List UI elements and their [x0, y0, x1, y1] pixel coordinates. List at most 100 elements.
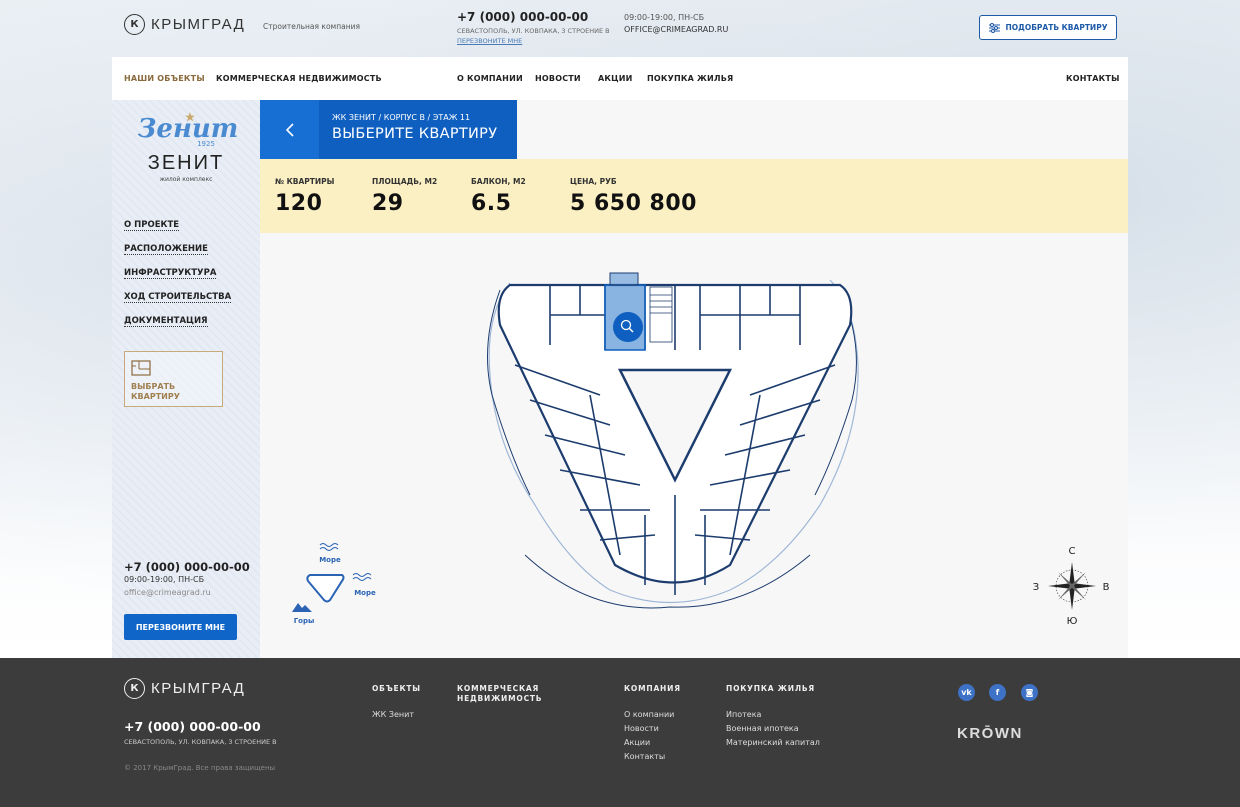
footer-link[interactable]: Контакты [624, 752, 681, 761]
compass-west: З [1033, 582, 1039, 593]
footer-address: Севастополь, ул. Ковпака, 3 строение В [124, 738, 277, 746]
vk-icon[interactable]: vk [958, 684, 975, 701]
sidebar-phone[interactable]: +7 (000) 000-00-00 [124, 560, 250, 574]
nav-contacts[interactable]: Контакты [1066, 74, 1120, 83]
footer-copyright: © 2017 КрымГрад. Все права защищены [124, 764, 276, 772]
back-button[interactable] [260, 100, 319, 159]
footer-col-title-line1: Коммерческая [457, 684, 540, 693]
page-title: Выберите квартиру [332, 126, 498, 142]
filter-icon [988, 22, 1000, 33]
footer-link[interactable]: Материнский капитал [726, 738, 820, 747]
apartment-info-bar: № квартиры 120 Площадь, м2 29 Балкон, м2… [260, 159, 1128, 233]
sea-waves-icon [319, 543, 339, 551]
pick-apartment-label: Подобрать квартиру [1005, 23, 1108, 32]
footer-col-title[interactable]: Покупка жилья [726, 684, 820, 694]
footer-link[interactable]: Новости [624, 724, 681, 733]
instagram-icon[interactable]: ◙ [1021, 684, 1038, 701]
sidebar-hours: 09:00-19:00, ПН-СБ [124, 575, 205, 584]
side-menu-docs[interactable]: Документация [124, 316, 208, 327]
compass-east: В [1103, 582, 1110, 593]
zenit-logo[interactable]: Зенит 1925 ЗЕНИТ жилой комплекс [112, 112, 260, 183]
nav-commercial[interactable]: Коммерческая недвижимость [216, 74, 382, 83]
footer-link[interactable]: О компании [624, 710, 681, 719]
orient-mountains: Горы [294, 617, 315, 625]
side-menu-location[interactable]: Расположение [124, 244, 208, 255]
info-apartment-number: № квартиры 120 [275, 177, 334, 216]
footer-col-title[interactable]: Компания [624, 684, 681, 694]
header-logo[interactable]: К КРЫМГРАД [124, 14, 245, 35]
logo-mark-icon: К [124, 14, 145, 35]
choose-apartment-label: Выбрать квартиру [131, 382, 180, 402]
zoom-button[interactable] [613, 312, 643, 342]
info-value: 29 [372, 191, 404, 216]
title-block: ЖК Зенит / корпус В / этаж 11 Выберите к… [319, 100, 517, 159]
info-value: 5 650 800 [570, 191, 697, 216]
orient-sea-right: Море [354, 589, 376, 597]
footer-col-commercial[interactable]: Коммерческая недвижимость [457, 684, 542, 704]
orient-sea-top: Море [319, 556, 341, 564]
footer-link[interactable]: Ипотека [726, 710, 820, 719]
footer-link[interactable]: Акции [624, 738, 681, 747]
sidebar-email[interactable]: office@crimeagrad.ru [124, 588, 211, 597]
header-email[interactable]: office@crimeagrad.ru [624, 25, 728, 34]
choose-label-line1: Выбрать [131, 382, 176, 391]
info-label: Площадь, м2 [372, 177, 438, 186]
pick-apartment-button[interactable]: Подобрать квартиру [979, 15, 1117, 40]
nav-our-objects[interactable]: Наши объекты [124, 74, 205, 83]
info-area: Площадь, м2 29 [372, 177, 437, 216]
mountains-icon [292, 603, 312, 612]
floor-plan-icon [131, 360, 151, 376]
nav-purchase[interactable]: Покупка жилья [647, 74, 733, 83]
main-nav: Наши объекты Коммерческая недвижимость О… [112, 57, 1128, 100]
compass: С Ю З В [1033, 546, 1110, 627]
footer-logo[interactable]: К КРЫМГРАД [124, 678, 245, 699]
compass-rose-icon [1048, 562, 1096, 610]
selected-balcony[interactable] [609, 272, 639, 286]
logo-text: КРЫМГРАД [151, 680, 246, 697]
header-phone[interactable]: +7 (000) 000-00-00 [457, 10, 588, 24]
header-callback-link[interactable]: Перезвоните мне [457, 37, 522, 45]
choose-label-line2: квартиру [131, 392, 180, 401]
footer-col-title-line2: недвижимость [457, 694, 543, 703]
sea-waves-icon [352, 573, 372, 581]
logo-text: КРЫМГРАД [151, 16, 246, 33]
header-hours: 09:00-19:00, ПН-СБ [624, 13, 705, 22]
side-menu-progress[interactable]: Ход строительства [124, 292, 232, 303]
tagline: Строительная компания [263, 22, 360, 31]
footer-link[interactable]: Военная ипотека [726, 724, 820, 733]
chevron-left-icon [285, 122, 294, 137]
site-footer: К КРЫМГРАД +7 (000) 000-00-00 Севастопол… [0, 658, 1240, 807]
logo-mark-icon: К [124, 678, 145, 699]
side-menu-infrastructure[interactable]: Инфраструктура [124, 268, 217, 279]
footer-col-objects: Объекты ЖК Зенит [372, 684, 421, 724]
info-price: Цена, руб 5 650 800 [570, 177, 697, 216]
main-content: ЖК Зенит / корпус В / этаж 11 Выберите к… [260, 100, 1128, 658]
footer-phone[interactable]: +7 (000) 000-00-00 [124, 719, 261, 734]
info-label: Цена, руб [570, 177, 617, 186]
breadcrumb[interactable]: ЖК Зенит / корпус В / этаж 11 [332, 113, 517, 122]
choose-apartment-box[interactable]: Выбрать квартиру [124, 351, 223, 407]
floor-plan[interactable] [480, 255, 870, 610]
footer-link[interactable]: ЖК Зенит [372, 710, 421, 719]
footer-col-purchase: Покупка жилья Ипотека Военная ипотека Ма… [726, 684, 820, 752]
nav-news[interactable]: Новости [535, 74, 581, 83]
callback-button[interactable]: Перезвоните мне [124, 614, 237, 640]
stair-core [649, 286, 673, 343]
zenit-name: ЗЕНИТ [147, 152, 225, 174]
side-menu: О проекте Расположение Инфраструктура Хо… [124, 220, 232, 340]
facebook-icon[interactable]: f [989, 684, 1006, 701]
nav-about[interactable]: О компании [457, 74, 523, 83]
info-value: 6.5 [471, 191, 512, 216]
footer-col-company: Компания О компании Новости Акции Контак… [624, 684, 681, 766]
footer-col-title[interactable]: Объекты [372, 684, 421, 694]
krown-logo[interactable]: KRŌWN [957, 725, 1023, 742]
side-menu-about[interactable]: О проекте [124, 220, 180, 231]
header-address: Севастополь, ул. Ковпака, 3 строение В [457, 27, 610, 35]
compass-south: Ю [1067, 616, 1078, 627]
star-icon [185, 112, 195, 122]
nav-promotions[interactable]: Акции [598, 74, 633, 83]
info-label: № квартиры [275, 177, 335, 186]
info-label: Балкон, м2 [471, 177, 526, 186]
sidebar: Зенит 1925 ЗЕНИТ жилой комплекс О проект… [112, 100, 260, 658]
compass-north: С [1069, 546, 1076, 557]
